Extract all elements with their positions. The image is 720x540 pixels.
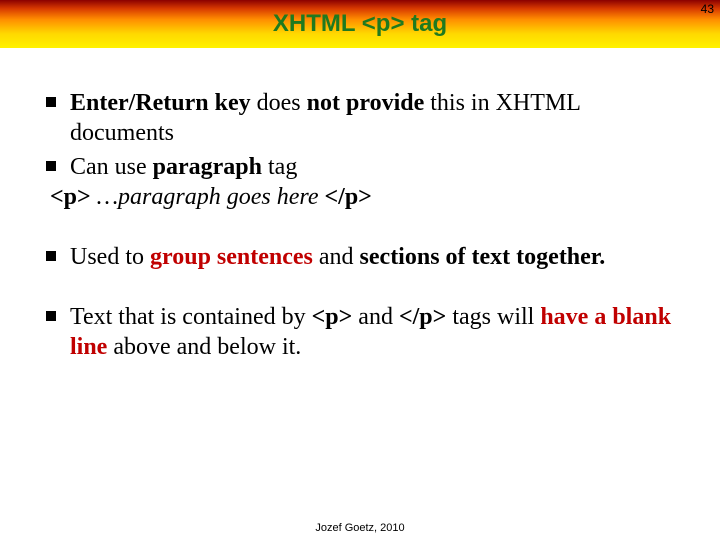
text-bold: Enter/Return key [70, 90, 251, 116]
page-number: 43 [701, 2, 714, 16]
title-band: XHTML <p> tag [0, 0, 720, 48]
text: and [352, 304, 399, 330]
slide-content: Enter/Return key does not provide this i… [0, 48, 720, 362]
bullet-item: Used to group sentences and sections of … [40, 242, 680, 272]
bullet-group-3: Text that is contained by <p> and </p> t… [40, 302, 680, 362]
text: tags will [446, 304, 540, 330]
text: tag [262, 154, 297, 180]
bullet-group-1: Enter/Return key does not provide this i… [40, 88, 680, 182]
code-line: <p> …paragraph goes here </p> [40, 182, 680, 212]
footer-credit: Jozef Goetz, 2010 [0, 522, 720, 534]
text: Can use [70, 154, 153, 180]
text-bold: </p> [399, 304, 446, 330]
bullet-item: Text that is contained by <p> and </p> t… [40, 302, 680, 362]
text-bold-red: group sentences [150, 244, 313, 270]
text-bold: </p> [324, 184, 371, 210]
text: above and below it. [107, 334, 301, 360]
bullet-item: Can use paragraph tag [40, 152, 680, 182]
bullet-item: Enter/Return key does not provide this i… [40, 88, 680, 148]
text: Used to [70, 244, 150, 270]
slide-title: XHTML <p> tag [273, 10, 447, 38]
text-bold: <p> [312, 304, 353, 330]
text-bold: <p> [50, 184, 91, 210]
text-italic: …paragraph goes here [91, 184, 325, 210]
text: Text that is contained by [70, 304, 312, 330]
text: and [313, 244, 360, 270]
text-bold: sections of text together. [360, 244, 606, 270]
text-bold: paragraph [153, 154, 262, 180]
text: does [251, 90, 307, 116]
text-bold: not provide [307, 90, 425, 116]
bullet-group-2: Used to group sentences and sections of … [40, 242, 680, 272]
